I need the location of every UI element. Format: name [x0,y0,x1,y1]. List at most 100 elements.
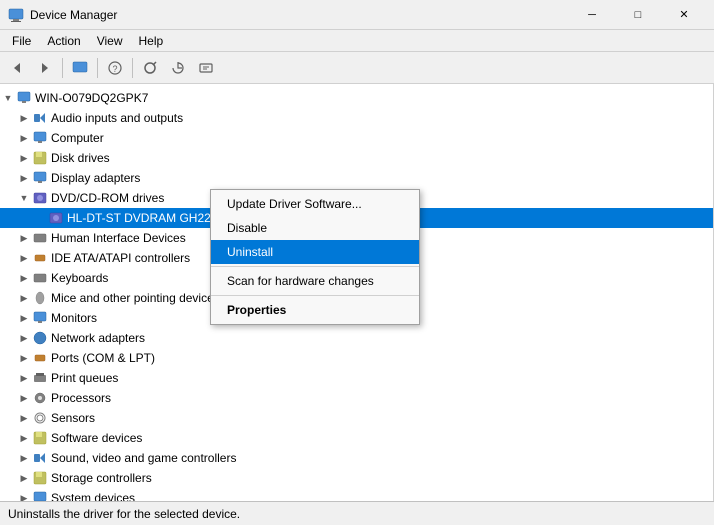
tree-icon-disk [32,150,48,166]
toolbar-back[interactable] [4,55,30,81]
tree-arrow-computer[interactable]: ▶ [16,130,32,146]
ctx-item-scan[interactable]: Scan for hardware changes [211,269,419,293]
menu-bar: File Action View Help [0,30,714,52]
menu-view[interactable]: View [89,32,131,50]
menu-file[interactable]: File [4,32,39,50]
tree-item-disk[interactable]: ▶ Disk drives [0,148,713,168]
close-button[interactable]: ✕ [662,1,706,29]
tree-arrow-software[interactable]: ▶ [16,430,32,446]
tree-item-computer[interactable]: ▶ Computer [0,128,713,148]
toolbar-properties[interactable] [193,55,219,81]
tree-icon-processors [32,390,48,406]
tree-label-mice: Mice and other pointing devices [51,291,220,305]
context-menu: Update Driver Software...DisableUninstal… [210,189,420,325]
tree-arrow-ide[interactable]: ▶ [16,250,32,266]
ctx-item-uninstall[interactable]: Uninstall [211,240,419,264]
tree-arrow-root[interactable]: ▼ [0,90,16,106]
tree-item-storage[interactable]: ▶ Storage controllers [0,468,713,488]
tree-arrow-ports[interactable]: ▶ [16,350,32,366]
tree-label-monitors: Monitors [51,311,97,325]
tree-icon-network [32,330,48,346]
menu-help[interactable]: Help [131,32,172,50]
tree-label-ports: Ports (COM & LPT) [51,351,155,365]
app-icon [8,7,24,23]
tree-arrow-print[interactable]: ▶ [16,370,32,386]
tree-icon-print [32,370,48,386]
tree-arrow-dvd-drive[interactable] [32,210,48,226]
tree-item-root[interactable]: ▼WIN-O079DQ2GPK7 [0,88,713,108]
tree-item-software[interactable]: ▶Software devices [0,428,713,448]
tree-arrow-hid[interactable]: ▶ [16,230,32,246]
title-text: Device Manager [30,8,570,22]
ctx-item-disable[interactable]: Disable [211,216,419,240]
title-bar: Device Manager ─ □ ✕ [0,0,714,30]
tree-arrow-sound[interactable]: ▶ [16,450,32,466]
tree-arrow-monitors[interactable]: ▶ [16,310,32,326]
tree-arrow-display[interactable]: ▶ [16,170,32,186]
tree-arrow-network[interactable]: ▶ [16,330,32,346]
tree-item-audio[interactable]: ▶Audio inputs and outputs [0,108,713,128]
toolbar-forward[interactable] [32,55,58,81]
tree-label-disk: Disk drives [51,151,110,165]
tree-label-print: Print queues [51,371,118,385]
ctx-item-update[interactable]: Update Driver Software... [211,192,419,216]
tree-arrow-mice[interactable]: ▶ [16,290,32,306]
status-bar: Uninstalls the driver for the selected d… [0,501,714,525]
tree-icon-computer [32,130,48,146]
tree-item-system[interactable]: ▶System devices [0,488,713,501]
tree-arrow-storage[interactable]: ▶ [16,470,32,486]
tree-icon-mice [32,290,48,306]
toolbar: ? [0,52,714,84]
toolbar-help[interactable]: ? [102,55,128,81]
tree-arrow-dvd[interactable]: ▼ [16,190,32,206]
tree-arrow-sensors[interactable]: ▶ [16,410,32,426]
tree-item-sensors[interactable]: ▶ Sensors [0,408,713,428]
tree-item-network[interactable]: ▶Network adapters [0,328,713,348]
status-text: Uninstalls the driver for the selected d… [8,507,240,521]
tree-icon-storage [32,470,48,486]
toolbar-sep3 [132,58,133,78]
minimize-button[interactable]: ─ [570,1,614,29]
tree-item-ports[interactable]: ▶ Ports (COM & LPT) [0,348,713,368]
ctx-item-properties[interactable]: Properties [211,298,419,322]
tree-item-sound[interactable]: ▶ Sound, video and game controllers [0,448,713,468]
tree-icon-audio [32,110,48,126]
ctx-sep-sep1 [211,266,419,267]
toolbar-sep1 [62,58,63,78]
tree-label-display: Display adapters [51,171,140,185]
tree-icon-sound [32,450,48,466]
tree-item-display[interactable]: ▶ Display adapters [0,168,713,188]
tree-item-processors[interactable]: ▶ Processors [0,388,713,408]
toolbar-sep2 [97,58,98,78]
main-area: ▼WIN-O079DQ2GPK7▶Audio inputs and output… [0,84,714,501]
tree-arrow-keyboards[interactable]: ▶ [16,270,32,286]
tree-arrow-audio[interactable]: ▶ [16,110,32,126]
toolbar-update[interactable] [165,55,191,81]
tree-label-dvd-drive: HL-DT-ST DVDRAM GH22NS [67,211,227,225]
tree-arrow-system[interactable]: ▶ [16,490,32,501]
tree-label-sound: Sound, video and game controllers [51,451,236,465]
tree-icon-dvd-drive [48,210,64,226]
tree-arrow-processors[interactable]: ▶ [16,390,32,406]
tree-item-print[interactable]: ▶ Print queues [0,368,713,388]
tree-icon-hid [32,230,48,246]
toolbar-computer[interactable] [67,55,93,81]
tree-icon-ports [32,350,48,366]
tree-icon-ide [32,250,48,266]
tree-arrow-disk[interactable]: ▶ [16,150,32,166]
tree-label-storage: Storage controllers [51,471,152,485]
tree-label-computer: Computer [51,131,104,145]
svg-text:?: ? [112,64,117,74]
tree-label-hid: Human Interface Devices [51,231,186,245]
menu-action[interactable]: Action [39,32,88,50]
toolbar-scan[interactable] [137,55,163,81]
window-controls: ─ □ ✕ [570,1,706,29]
tree-icon-root [16,90,32,106]
tree-label-sensors: Sensors [51,411,95,425]
tree-icon-software [32,430,48,446]
tree-icon-system [32,490,48,501]
tree-icon-keyboards [32,270,48,286]
tree-label-processors: Processors [51,391,111,405]
maximize-button[interactable]: □ [616,1,660,29]
tree-icon-sensors [32,410,48,426]
